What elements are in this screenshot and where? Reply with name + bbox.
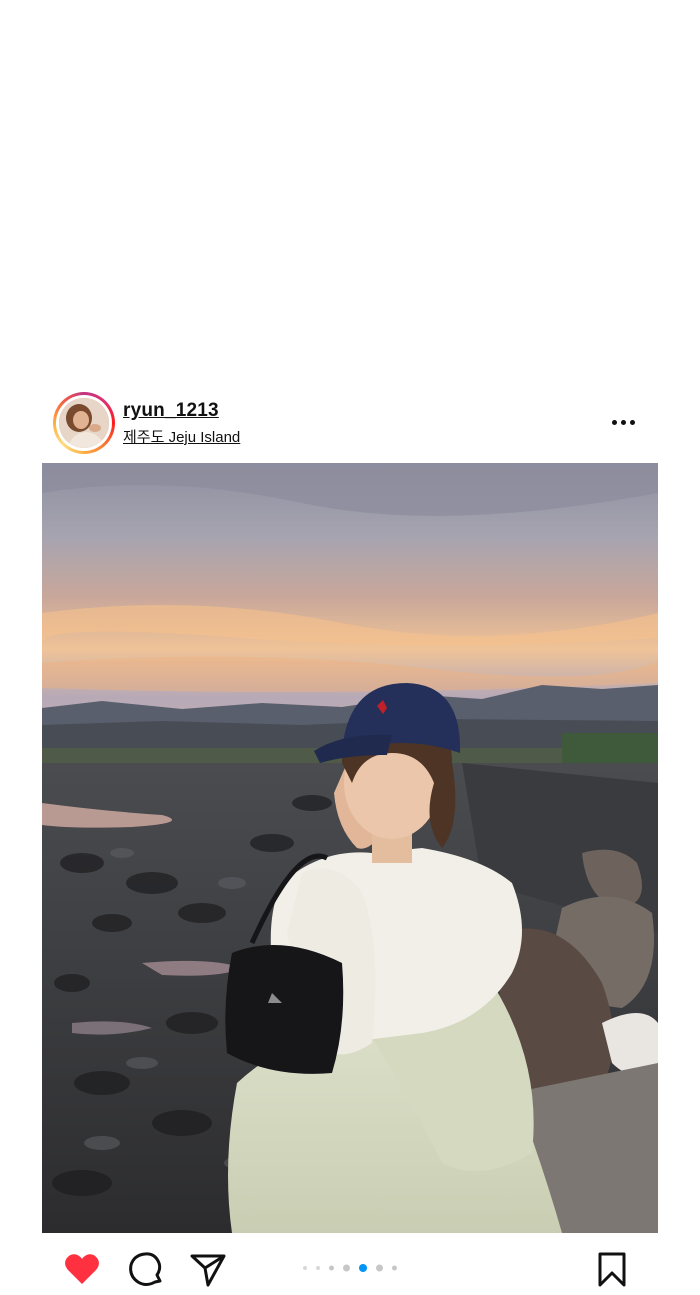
- post-header: ryun_1213 제주도 Jeju Island: [0, 390, 700, 456]
- carousel-indicator: [300, 1262, 400, 1274]
- like-button[interactable]: [62, 1249, 102, 1289]
- carousel-dot: [376, 1264, 383, 1272]
- more-options-button[interactable]: [604, 408, 644, 436]
- carousel-dot: [316, 1266, 320, 1270]
- post-actions: [0, 1245, 700, 1295]
- carousel-dot: [303, 1266, 307, 1270]
- post-photo[interactable]: [42, 463, 658, 1233]
- comment-icon: [129, 1252, 162, 1286]
- avatar-image: [59, 398, 109, 448]
- carousel-dot: [329, 1265, 334, 1271]
- location-link[interactable]: 제주도 Jeju Island: [123, 426, 240, 447]
- instagram-post: ryun_1213 제주도 Jeju Island: [0, 0, 700, 1295]
- save-button[interactable]: [592, 1249, 632, 1289]
- paper-plane-icon: [190, 1254, 226, 1287]
- story-ring[interactable]: [53, 392, 115, 454]
- avatar: [59, 398, 109, 448]
- carousel-dot: [343, 1264, 350, 1272]
- username-link[interactable]: ryun_1213: [123, 400, 219, 422]
- post-image: [42, 463, 658, 1233]
- bookmark-icon: [598, 1252, 626, 1287]
- share-button[interactable]: [188, 1249, 228, 1289]
- comment-button[interactable]: [126, 1249, 166, 1289]
- carousel-dot-active: [359, 1264, 367, 1272]
- heart-filled-icon: [65, 1254, 99, 1284]
- carousel-dot: [392, 1265, 397, 1271]
